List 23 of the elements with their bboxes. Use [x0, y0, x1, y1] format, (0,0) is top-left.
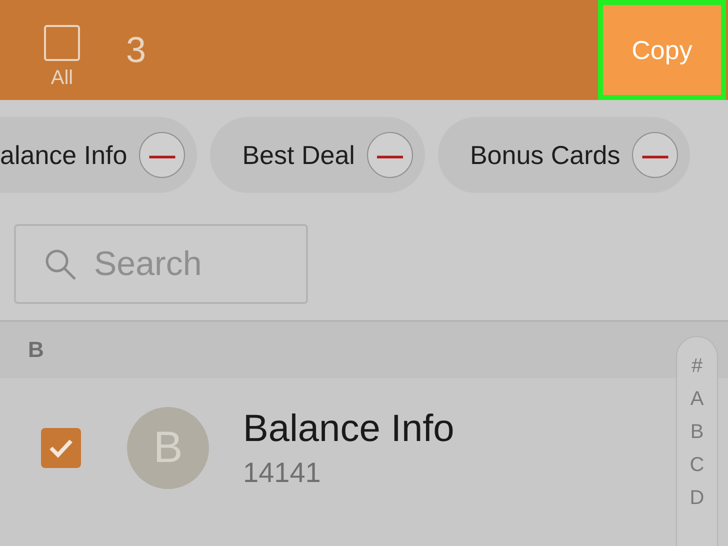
select-all-checkbox[interactable]	[44, 24, 80, 60]
chip[interactable]: alance Info —	[0, 117, 198, 193]
section-header: B	[28, 337, 44, 363]
selected-count: 3	[126, 29, 146, 71]
chip[interactable]: Best Deal —	[210, 117, 425, 193]
index-letter[interactable]: C	[690, 454, 704, 477]
index-letter[interactable]: A	[690, 388, 704, 411]
index-letter[interactable]: #	[691, 355, 703, 378]
remove-button[interactable]: —	[632, 132, 678, 178]
index-letter[interactable]: D	[690, 487, 704, 510]
remove-button[interactable]: —	[139, 132, 186, 178]
index-letter[interactable]: B	[690, 421, 704, 444]
checkmark-icon	[48, 437, 74, 459]
chip-label: alance Info	[0, 140, 128, 170]
contact-name: Balance Info	[243, 408, 454, 450]
chip-label: Best Deal	[242, 140, 355, 170]
search-field[interactable]: Search	[14, 224, 308, 304]
chip-label: Bonus Cards	[470, 140, 620, 170]
chip[interactable]: Bonus Cards —	[438, 117, 690, 193]
contact-checkbox[interactable]	[41, 428, 81, 468]
contact-number: 14141	[243, 456, 322, 488]
select-all-label: All	[50, 66, 74, 90]
remove-button[interactable]: —	[366, 132, 413, 178]
